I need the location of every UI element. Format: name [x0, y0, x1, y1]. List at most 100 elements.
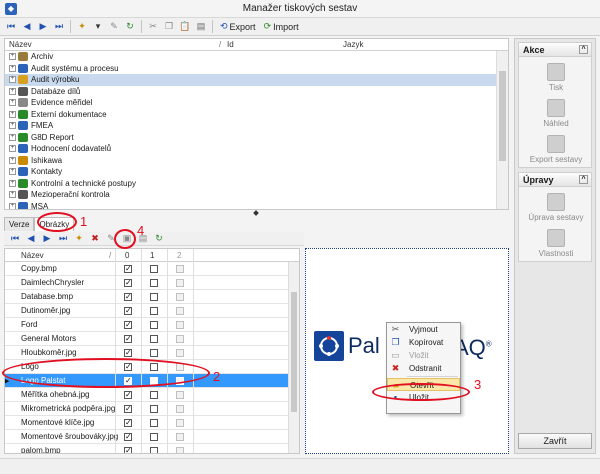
- tree-item[interactable]: + Mezioperační kontrola: [5, 189, 508, 201]
- checkbox-col0[interactable]: ✓: [124, 293, 132, 301]
- print-button[interactable]: Tisk: [519, 63, 593, 92]
- col-0[interactable]: 0: [125, 251, 129, 260]
- tree-item[interactable]: + Archiv: [5, 51, 508, 63]
- checkbox-col0[interactable]: ✓: [124, 335, 132, 343]
- collapse-icon[interactable]: ^: [579, 175, 588, 184]
- import-button[interactable]: ⟳ Import: [261, 21, 302, 32]
- checkbox-col1[interactable]: [150, 447, 158, 453]
- edit-icon[interactable]: ✎: [107, 20, 121, 34]
- menu-item-delete[interactable]: ✖ Odstranit: [387, 362, 460, 375]
- delete-image-icon[interactable]: ✖: [88, 232, 102, 246]
- edit-report-button[interactable]: Úprava sestavy: [519, 193, 593, 222]
- tree-item[interactable]: + Audit výrobku: [5, 74, 508, 86]
- checkbox-col0[interactable]: ✓: [124, 391, 132, 399]
- tree-scrollbar[interactable]: [496, 51, 508, 209]
- checkbox-col2[interactable]: [176, 349, 184, 357]
- checkbox-col0[interactable]: ✓: [124, 307, 132, 315]
- col-1[interactable]: 1: [150, 251, 154, 260]
- last-image-icon[interactable]: ⏭: [56, 232, 70, 246]
- checkbox-col2[interactable]: [176, 405, 184, 413]
- image-refresh-icon[interactable]: ↻: [152, 232, 166, 246]
- checkbox-col0[interactable]: ✓: [124, 321, 132, 329]
- tree-item[interactable]: + Kontakty: [5, 166, 508, 178]
- checkbox-col0[interactable]: ✓: [124, 279, 132, 287]
- checkbox-col1[interactable]: [150, 307, 158, 315]
- table-row[interactable]: Ford ✓: [5, 318, 299, 332]
- tree-col-id[interactable]: Id: [227, 40, 234, 49]
- group-edits-header[interactable]: Úpravy ^: [519, 173, 591, 187]
- first-record-icon[interactable]: ⏮: [4, 20, 18, 34]
- expand-icon[interactable]: +: [9, 191, 16, 198]
- tree-item[interactable]: + Ishikawa: [5, 155, 508, 167]
- table-row[interactable]: Mikrometrická podpěra.jpg ✓: [5, 402, 299, 416]
- prev-record-icon[interactable]: ◀: [20, 20, 34, 34]
- paste-icon[interactable]: 📋: [178, 20, 192, 34]
- new-icon[interactable]: ✦: [75, 20, 89, 34]
- table-row[interactable]: General Motors ✓: [5, 332, 299, 346]
- checkbox-col2[interactable]: [176, 391, 184, 399]
- tree-item[interactable]: + Databáze dílů: [5, 86, 508, 98]
- menu-item-cut[interactable]: ✂ Vyjmout: [387, 323, 460, 336]
- table-row[interactable]: Dutinoměr.jpg ✓: [5, 304, 299, 318]
- prev-image-icon[interactable]: ◀: [24, 232, 38, 246]
- table-row[interactable]: Měřítka ohebná.jpg ✓: [5, 388, 299, 402]
- menu-item-paste[interactable]: ▭ Vložit: [387, 349, 460, 362]
- checkbox-col1[interactable]: [150, 419, 158, 427]
- first-image-icon[interactable]: ⏮: [8, 232, 22, 246]
- collapse-icon[interactable]: ^: [579, 45, 588, 54]
- expand-icon[interactable]: +: [9, 64, 16, 72]
- checkbox-col0[interactable]: ✓: [124, 265, 132, 273]
- checkbox-col2[interactable]: [176, 419, 184, 427]
- expand-icon[interactable]: +: [9, 87, 16, 95]
- tab-versions[interactable]: Verze: [4, 217, 35, 231]
- expand-icon[interactable]: +: [9, 122, 16, 129]
- checkbox-col2[interactable]: [176, 307, 184, 315]
- checkbox-col2[interactable]: [176, 321, 184, 329]
- checkbox-col1[interactable]: [150, 321, 158, 329]
- last-record-icon[interactable]: ⏭: [52, 20, 66, 34]
- checkbox-col0[interactable]: ✓: [124, 419, 132, 427]
- new-image-icon[interactable]: ✦: [72, 232, 86, 246]
- tree-item[interactable]: + Audit systému a procesu: [5, 63, 508, 75]
- group-actions-header[interactable]: Akce ^: [519, 43, 591, 57]
- checkbox-col2[interactable]: [176, 265, 184, 273]
- table-scrollbar[interactable]: [288, 262, 299, 453]
- refresh-icon[interactable]: ↻: [123, 20, 137, 34]
- export-report-button[interactable]: Export sestavy: [519, 135, 593, 164]
- checkbox-col0[interactable]: ✓: [124, 447, 132, 453]
- tree-item[interactable]: + FMEA: [5, 120, 508, 132]
- checkbox-col1[interactable]: [150, 335, 158, 343]
- tree-item[interactable]: + G8D Report: [5, 132, 508, 144]
- checkbox-col1[interactable]: [150, 391, 158, 399]
- checkbox-col0[interactable]: ✓: [124, 349, 132, 357]
- close-button[interactable]: Zavřít: [518, 433, 592, 449]
- export-button[interactable]: ⟲ Export: [217, 21, 259, 32]
- next-record-icon[interactable]: ▶: [36, 20, 50, 34]
- table-row[interactable]: Momentové klíče.jpg ✓: [5, 416, 299, 430]
- checkbox-col1[interactable]: [150, 279, 158, 287]
- checkbox-col2[interactable]: [176, 293, 184, 301]
- table-row[interactable]: Database.bmp ✓: [5, 290, 299, 304]
- properties-button[interactable]: Vlastnosti: [519, 229, 593, 258]
- checkbox-col2[interactable]: [176, 433, 184, 441]
- menu-item-copy[interactable]: ❐ Kopírovat: [387, 336, 460, 349]
- table-row[interactable]: Copy.bmp ✓: [5, 262, 299, 276]
- tree-col-lang[interactable]: Jazyk: [343, 40, 363, 49]
- checkbox-col2[interactable]: [176, 447, 184, 453]
- table-row[interactable]: Momentové šroubováky.jpg ✓: [5, 430, 299, 444]
- tree-item[interactable]: + Hodnocení dodavatelů: [5, 143, 508, 155]
- tree-col-name[interactable]: Název: [9, 40, 32, 49]
- table-row[interactable]: Hloubkoměr.jpg ✓: [5, 346, 299, 360]
- tree-item[interactable]: + Kontrolní a technické postupy: [5, 178, 508, 190]
- checkbox-col1[interactable]: [150, 265, 158, 273]
- tree-item[interactable]: + Externí dokumentace: [5, 109, 508, 121]
- expand-icon[interactable]: +: [9, 110, 16, 118]
- expand-icon[interactable]: +: [9, 53, 16, 60]
- print-icon[interactable]: ▤: [194, 20, 208, 34]
- checkbox-col1[interactable]: [150, 349, 158, 357]
- expand-icon[interactable]: +: [9, 76, 16, 83]
- checkbox-col0[interactable]: ✓: [124, 433, 132, 441]
- tree-item[interactable]: + MSA: [5, 201, 508, 209]
- expand-icon[interactable]: +: [9, 99, 16, 106]
- copy-icon[interactable]: ❐: [162, 20, 176, 34]
